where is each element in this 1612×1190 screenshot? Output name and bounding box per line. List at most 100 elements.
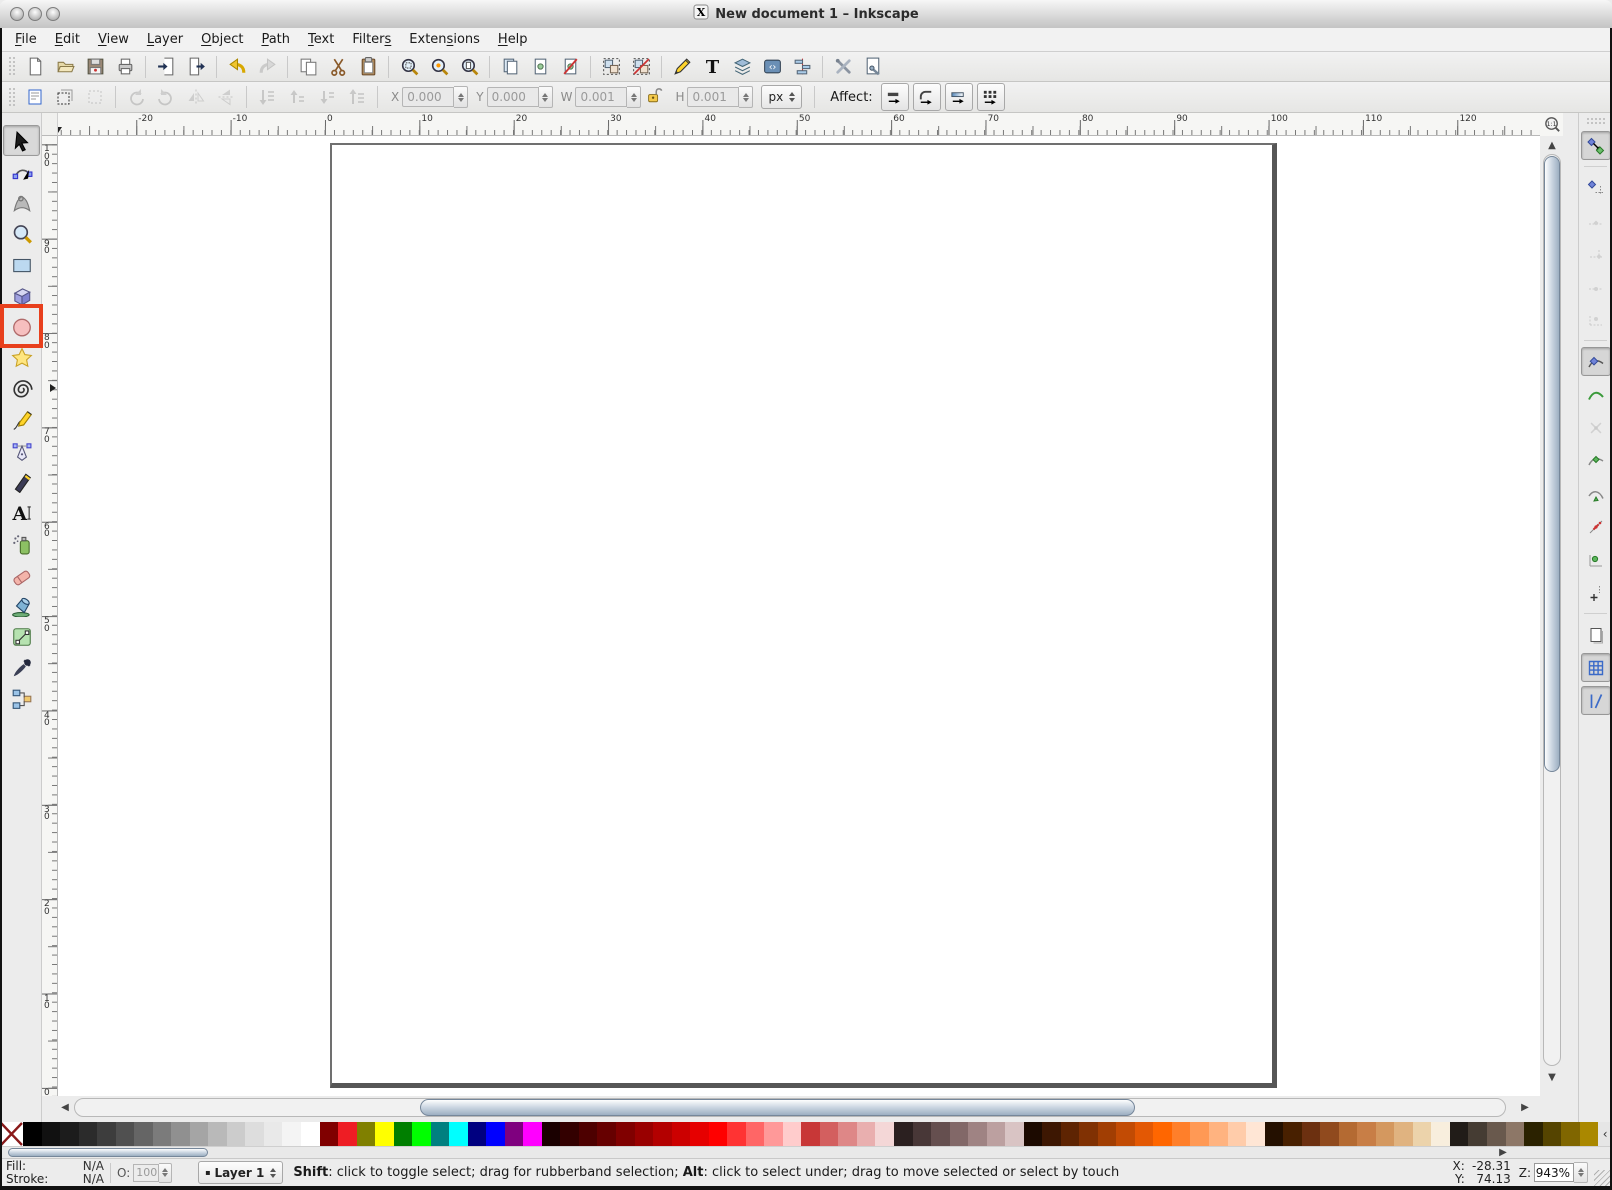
new-document-button[interactable] xyxy=(21,53,49,81)
color-swatch[interactable] xyxy=(1283,1122,1302,1146)
affect-stroke-scale-toggle[interactable] xyxy=(881,83,909,111)
minimize-button[interactable] xyxy=(28,7,42,21)
select-all-button[interactable] xyxy=(21,83,49,111)
color-swatch[interactable] xyxy=(783,1122,802,1146)
copy-button[interactable] xyxy=(294,53,322,81)
color-swatch[interactable] xyxy=(1265,1122,1284,1146)
color-swatch[interactable] xyxy=(1246,1122,1265,1146)
menu-text[interactable]: Text xyxy=(299,30,343,49)
color-swatch[interactable] xyxy=(1209,1122,1228,1146)
color-swatch[interactable] xyxy=(79,1122,98,1146)
snap-bbox-centers-toggle[interactable] xyxy=(1581,305,1611,334)
color-swatch[interactable] xyxy=(987,1122,1006,1146)
x-field-spinner[interactable] xyxy=(454,86,468,108)
color-swatch[interactable] xyxy=(690,1122,709,1146)
color-swatch[interactable] xyxy=(60,1122,79,1146)
bucket-tool[interactable] xyxy=(3,590,40,621)
color-swatch[interactable] xyxy=(1394,1122,1413,1146)
menu-path[interactable]: Path xyxy=(252,30,299,49)
color-swatch[interactable] xyxy=(653,1122,672,1146)
units-dropdown[interactable]: px xyxy=(761,85,802,109)
scroll-down-arrow[interactable]: ▼ xyxy=(1545,1070,1559,1084)
document-properties-button[interactable] xyxy=(859,53,887,81)
zoom-selection-button[interactable] xyxy=(395,53,423,81)
calligraphy-tool[interactable] xyxy=(3,466,40,497)
ungroup-button[interactable] xyxy=(627,53,655,81)
color-swatch[interactable] xyxy=(1506,1122,1525,1146)
rotate-cw-button[interactable] xyxy=(152,83,180,111)
color-swatch[interactable] xyxy=(1024,1122,1043,1146)
deselect-button[interactable] xyxy=(81,83,109,111)
color-swatch[interactable] xyxy=(875,1122,894,1146)
color-swatch[interactable] xyxy=(245,1122,264,1146)
tweak-tool[interactable] xyxy=(3,187,40,218)
toolbar-grip[interactable] xyxy=(8,87,16,108)
import-button[interactable] xyxy=(152,53,180,81)
menu-layer[interactable]: Layer xyxy=(138,30,192,49)
color-swatch[interactable] xyxy=(1376,1122,1395,1146)
selector-tool[interactable] xyxy=(3,125,40,156)
color-swatch[interactable] xyxy=(1098,1122,1117,1146)
affect-gradient-move-toggle[interactable] xyxy=(945,83,973,111)
color-swatch[interactable] xyxy=(1431,1122,1450,1146)
toolbar-grip[interactable] xyxy=(1586,117,1606,125)
scroll-up-arrow[interactable]: ▲ xyxy=(1545,138,1559,152)
zoom-level-field[interactable]: 943% xyxy=(1534,1163,1574,1182)
color-swatch[interactable] xyxy=(42,1122,61,1146)
spiral-tool[interactable] xyxy=(3,373,40,404)
eraser-tool[interactable] xyxy=(3,559,40,590)
snap-rotation-centers-toggle[interactable] xyxy=(1581,578,1611,607)
color-swatch[interactable] xyxy=(913,1122,932,1146)
color-swatch[interactable] xyxy=(1580,1122,1599,1146)
snap-enable-toggle[interactable] xyxy=(1581,131,1611,160)
snap-to-guides-toggle[interactable] xyxy=(1581,686,1611,715)
menu-object[interactable]: Object xyxy=(192,30,252,49)
open-button[interactable] xyxy=(51,53,79,81)
color-swatch[interactable] xyxy=(153,1122,172,1146)
snap-to-paths-toggle[interactable] xyxy=(1581,380,1611,409)
zoom-tool[interactable] xyxy=(3,218,40,249)
vertical-scrollbar[interactable]: ▲ ▼ xyxy=(1541,136,1563,1096)
menu-filters[interactable]: Filters xyxy=(343,30,400,49)
color-swatch[interactable] xyxy=(1302,1122,1321,1146)
layers-dialog-button[interactable] xyxy=(728,53,756,81)
window-resize-grip[interactable] xyxy=(1594,1170,1610,1186)
print-button[interactable] xyxy=(111,53,139,81)
close-button[interactable] xyxy=(10,7,24,21)
color-swatch[interactable] xyxy=(320,1122,339,1146)
color-swatch[interactable] xyxy=(746,1122,765,1146)
vertical-scrollbar-thumb[interactable] xyxy=(1544,156,1560,772)
document-page[interactable] xyxy=(330,143,1277,1088)
snap-page-border-toggle[interactable] xyxy=(1581,620,1611,649)
scroll-right-arrow[interactable]: ▶ xyxy=(1518,1100,1532,1114)
raise-button[interactable] xyxy=(283,83,311,111)
rectangle-tool[interactable] xyxy=(3,249,40,280)
color-swatch[interactable] xyxy=(857,1122,876,1146)
color-swatch[interactable] xyxy=(560,1122,579,1146)
color-swatch[interactable] xyxy=(190,1122,209,1146)
snap-to-grid-toggle[interactable] xyxy=(1581,653,1611,682)
color-swatch[interactable] xyxy=(950,1122,969,1146)
snap-bbox-edges-toggle[interactable] xyxy=(1581,206,1611,235)
color-swatch[interactable] xyxy=(820,1122,839,1146)
scroll-left-arrow[interactable]: ◀ xyxy=(58,1100,72,1114)
color-swatch[interactable] xyxy=(449,1122,468,1146)
zoom-page-button[interactable] xyxy=(455,53,483,81)
w-field-spinner[interactable] xyxy=(627,86,641,108)
snap-bbox-toggle[interactable] xyxy=(1581,173,1611,202)
h-field-spinner[interactable] xyxy=(739,86,753,108)
palette-scrollbar[interactable]: ▶ xyxy=(0,1146,1612,1158)
opacity-spinner[interactable] xyxy=(159,1163,172,1183)
color-swatch[interactable] xyxy=(894,1122,913,1146)
color-swatch[interactable] xyxy=(542,1122,561,1146)
color-swatch[interactable] xyxy=(208,1122,227,1146)
lock-ratio-icon[interactable] xyxy=(645,86,663,108)
flip-vertical-button[interactable] xyxy=(212,83,240,111)
pen-tool[interactable] xyxy=(3,435,40,466)
text-dialog-button[interactable]: T xyxy=(698,53,726,81)
color-swatch[interactable] xyxy=(431,1122,450,1146)
color-swatch[interactable] xyxy=(1061,1122,1080,1146)
menu-edit[interactable]: Edit xyxy=(46,30,89,49)
node-editor-tool[interactable] xyxy=(3,156,40,187)
zoom-button[interactable] xyxy=(46,7,60,21)
